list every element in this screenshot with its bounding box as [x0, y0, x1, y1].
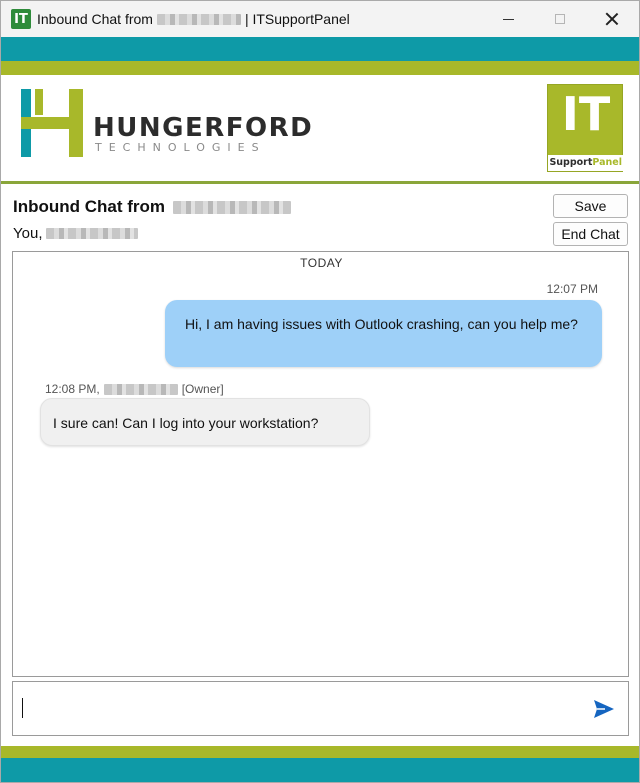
save-button[interactable]: Save — [553, 194, 628, 218]
chat-heading: Inbound Chat from — [13, 197, 292, 217]
you-label: You, — [13, 225, 43, 242]
chat-heading-text: Inbound Chat from — [13, 197, 166, 216]
sender-role: [Owner] — [181, 382, 224, 396]
redacted-agent-name — [46, 228, 139, 239]
chat-transcript[interactable]: TODAY 12:07 PM Hi, I am having issues wi… — [12, 251, 629, 677]
send-icon[interactable] — [593, 699, 615, 719]
badge-letters: IT — [561, 87, 611, 141]
maximize-icon — [555, 14, 565, 24]
message-timestamp: 12:08 PM, — [45, 382, 100, 396]
itsupportpanel-badge: IT SupportPanel — [547, 84, 624, 172]
window-title-prefix: Inbound Chat from — [37, 11, 153, 27]
title-bar[interactable]: IT Inbound Chat from | ITSupportPanel — [1, 1, 639, 37]
company-subtitle: TECHNOLOGIES — [95, 141, 266, 154]
redacted-customer-name — [173, 200, 292, 214]
outgoing-message-bubble: Hi, I am having issues with Outlook cras… — [165, 300, 602, 367]
close-button[interactable] — [589, 1, 635, 37]
header-band-teal — [1, 37, 639, 61]
badge-sub-support: Support — [549, 157, 593, 168]
message-input[interactable] — [12, 681, 629, 736]
company-name: HUNGERFORD — [93, 113, 314, 143]
end-chat-button[interactable]: End Chat — [553, 222, 628, 246]
footer-band-teal — [1, 758, 639, 782]
badge-subtitle: SupportPanel — [548, 155, 624, 171]
text-caret — [22, 698, 23, 718]
brand-banner: HUNGERFORD TECHNOLOGIES IT SupportPanel — [1, 75, 639, 181]
hungerford-logo-icon — [21, 89, 83, 157]
app-icon: IT — [11, 9, 31, 29]
window-title: Inbound Chat from | ITSupportPanel — [37, 11, 350, 27]
minimize-icon — [502, 18, 514, 20]
incoming-message-bubble: I sure can! Can I log into your workstat… — [40, 398, 370, 446]
close-icon — [605, 12, 619, 26]
window-title-suffix: | ITSupportPanel — [244, 11, 350, 27]
chat-header: Inbound Chat from You, — [13, 197, 292, 242]
message-timestamp: 12:07 PM — [546, 282, 598, 296]
header-band-green — [1, 61, 639, 75]
message-meta: 12:08 PM, [Owner] — [45, 382, 224, 396]
redacted-sender-name — [103, 383, 178, 395]
agent-line: You, — [13, 225, 139, 242]
footer-band-green — [1, 746, 639, 758]
brand-divider — [1, 181, 639, 184]
redacted-name — [156, 13, 241, 25]
chat-window: IT Inbound Chat from | ITSupportPanel HU… — [0, 0, 640, 783]
badge-sub-panel: Panel — [592, 157, 622, 168]
maximize-button[interactable] — [537, 1, 583, 37]
minimize-button[interactable] — [485, 1, 531, 37]
day-separator: TODAY — [300, 256, 343, 270]
